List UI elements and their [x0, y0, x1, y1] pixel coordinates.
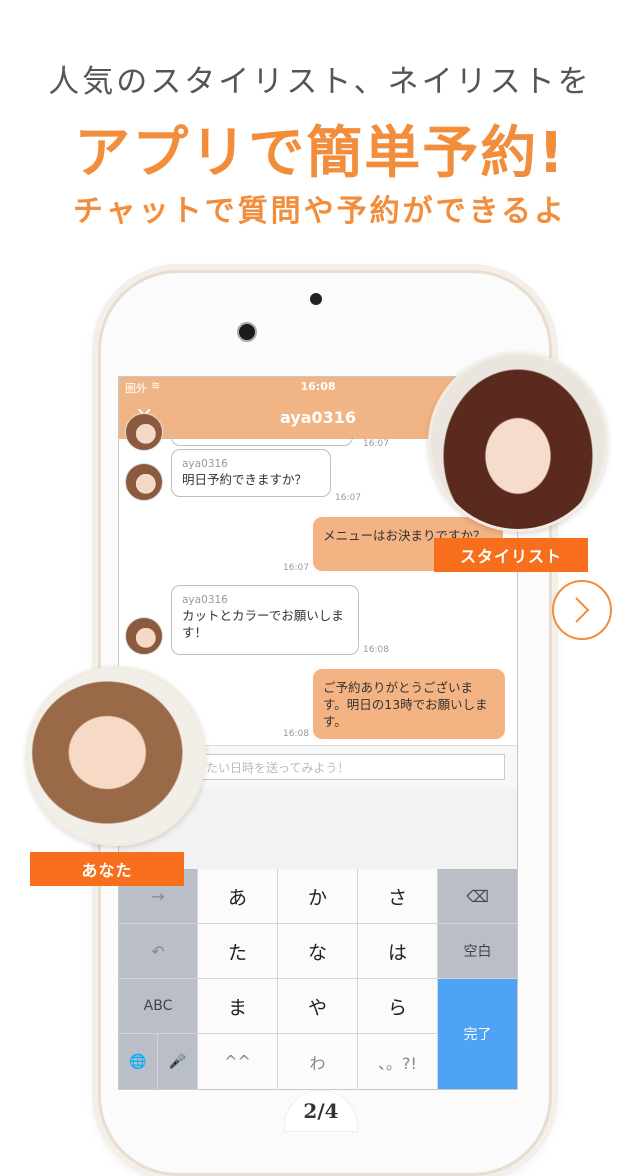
key-ma[interactable]: ま	[198, 979, 277, 1033]
avatar	[125, 463, 163, 501]
message-text: ご予約ありがとうございます。明日の13時でお願いします。	[323, 680, 488, 729]
key-ha[interactable]: は	[358, 924, 437, 978]
message-time: 16:07	[335, 493, 361, 503]
space-key[interactable]: 空白	[438, 924, 517, 978]
globe-icon[interactable]: 🌐	[119, 1034, 157, 1089]
sender-name: aya0316	[182, 458, 228, 470]
message-input[interactable]: たい日時を送ってみよう！	[199, 754, 505, 780]
sent-bubble: ご予約ありがとうございます。明日の13時でお願いします。	[313, 669, 505, 739]
key-ta[interactable]: た	[198, 924, 277, 978]
key-wa[interactable]: わ	[278, 1034, 357, 1089]
phone-camera	[237, 322, 257, 342]
key-na[interactable]: な	[278, 924, 357, 978]
you-label: あなた	[30, 852, 184, 886]
message-time: 16:07	[283, 563, 309, 573]
message-time: 16:07	[363, 439, 389, 449]
key-ka[interactable]: か	[278, 869, 357, 923]
backspace-key[interactable]: ⌫	[438, 869, 517, 923]
received-bubble: aya0316 明日予約できますか？	[171, 449, 331, 497]
message-time: 16:08	[283, 729, 309, 739]
stylist-photo	[428, 352, 608, 532]
you-photo	[26, 666, 206, 846]
key-punctuation[interactable]: 、。?!	[358, 1034, 437, 1089]
key-a[interactable]: あ	[198, 869, 277, 923]
headline-1: 人気のスタイリスト、ネイリストを	[48, 64, 592, 100]
headline-2: アプリで簡単予約!	[74, 121, 566, 186]
next-button[interactable]	[552, 580, 612, 640]
chevron-right-icon	[575, 597, 590, 623]
received-bubble: aya0316 カットとカラーでお願いします！	[171, 585, 359, 655]
done-key[interactable]: 完了	[438, 979, 517, 1089]
key-ra[interactable]: ら	[358, 979, 437, 1033]
abc-key[interactable]: ABC	[119, 979, 197, 1033]
message-text: 明日予約できますか？	[182, 472, 308, 487]
keyboard: → あ か さ ⌫ ↶ た な は 空白 ABC ま や ら 完了 🌐 🎤 ^^…	[119, 869, 517, 1089]
message-time: 16:08	[363, 645, 389, 655]
phone-sensor	[310, 293, 322, 305]
sender-name: aya0316	[182, 594, 228, 606]
avatar	[125, 617, 163, 655]
key-ya[interactable]: や	[278, 979, 357, 1033]
message-text: カットとカラーでお願いします！	[182, 608, 344, 640]
microphone-icon[interactable]: 🎤	[158, 1034, 197, 1089]
undo-key[interactable]: ↶	[119, 924, 197, 978]
stylist-label: スタイリスト	[434, 538, 588, 572]
partial-bubble	[171, 429, 353, 446]
headline-3: チャットで質問や予約ができるよ	[72, 194, 568, 229]
key-sa[interactable]: さ	[358, 869, 437, 923]
key-emoticon[interactable]: ^^	[198, 1034, 277, 1089]
partial-avatar	[125, 413, 163, 451]
